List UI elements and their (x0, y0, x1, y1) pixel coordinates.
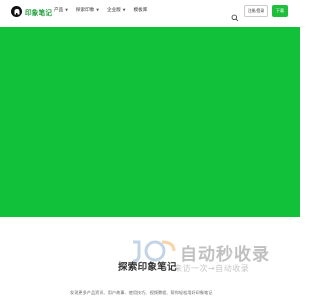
brand-logo[interactable]: 印象笔记 (11, 6, 52, 17)
caret-down-icon: ▼ (65, 8, 68, 12)
caret-down-icon: ▼ (122, 8, 126, 12)
nav-item-label: 产品 (54, 8, 64, 13)
section-description: 发现更多产品资讯、用户故事、使用技巧、视频教程、帮你轻松用好印象笔记 (70, 290, 213, 295)
nav-item-explore[interactable]: 探索印象 ▼ (76, 7, 99, 13)
nav-item-label: 模板库 (133, 8, 148, 13)
main-nav: 产品 ▼ 探索印象 ▼ 企业版 ▼ 模板库 (54, 7, 155, 13)
download-button[interactable]: 下载 (272, 5, 288, 17)
hero-banner[interactable] (0, 27, 300, 217)
caret-down-icon: ▼ (96, 8, 99, 12)
search-icon[interactable] (231, 7, 239, 22)
section-title: 探索印象笔记 (118, 262, 177, 273)
brand-name: 印象笔记 (25, 8, 53, 17)
elephant-icon (11, 6, 22, 17)
nav-item-products[interactable]: 产品 ▼ (54, 7, 68, 13)
signup-login-button[interactable]: 注册/登录 (244, 5, 268, 17)
nav-item-enterprise[interactable]: 企业版 ▼ (107, 7, 126, 13)
watermark-subtitle: 来访一次→自动收录 (174, 264, 250, 273)
watermark-title: 自动秒收录 (180, 245, 270, 265)
top-header: 印象笔记 产品 ▼ 探索印象 ▼ 企业版 ▼ 模板库 注册/登录 下载 (0, 0, 300, 25)
nav-item-label: 探索印象 (75, 8, 95, 13)
nav-item-templates[interactable]: 模板库 (134, 7, 148, 13)
nav-item-label: 企业版 (107, 8, 121, 13)
